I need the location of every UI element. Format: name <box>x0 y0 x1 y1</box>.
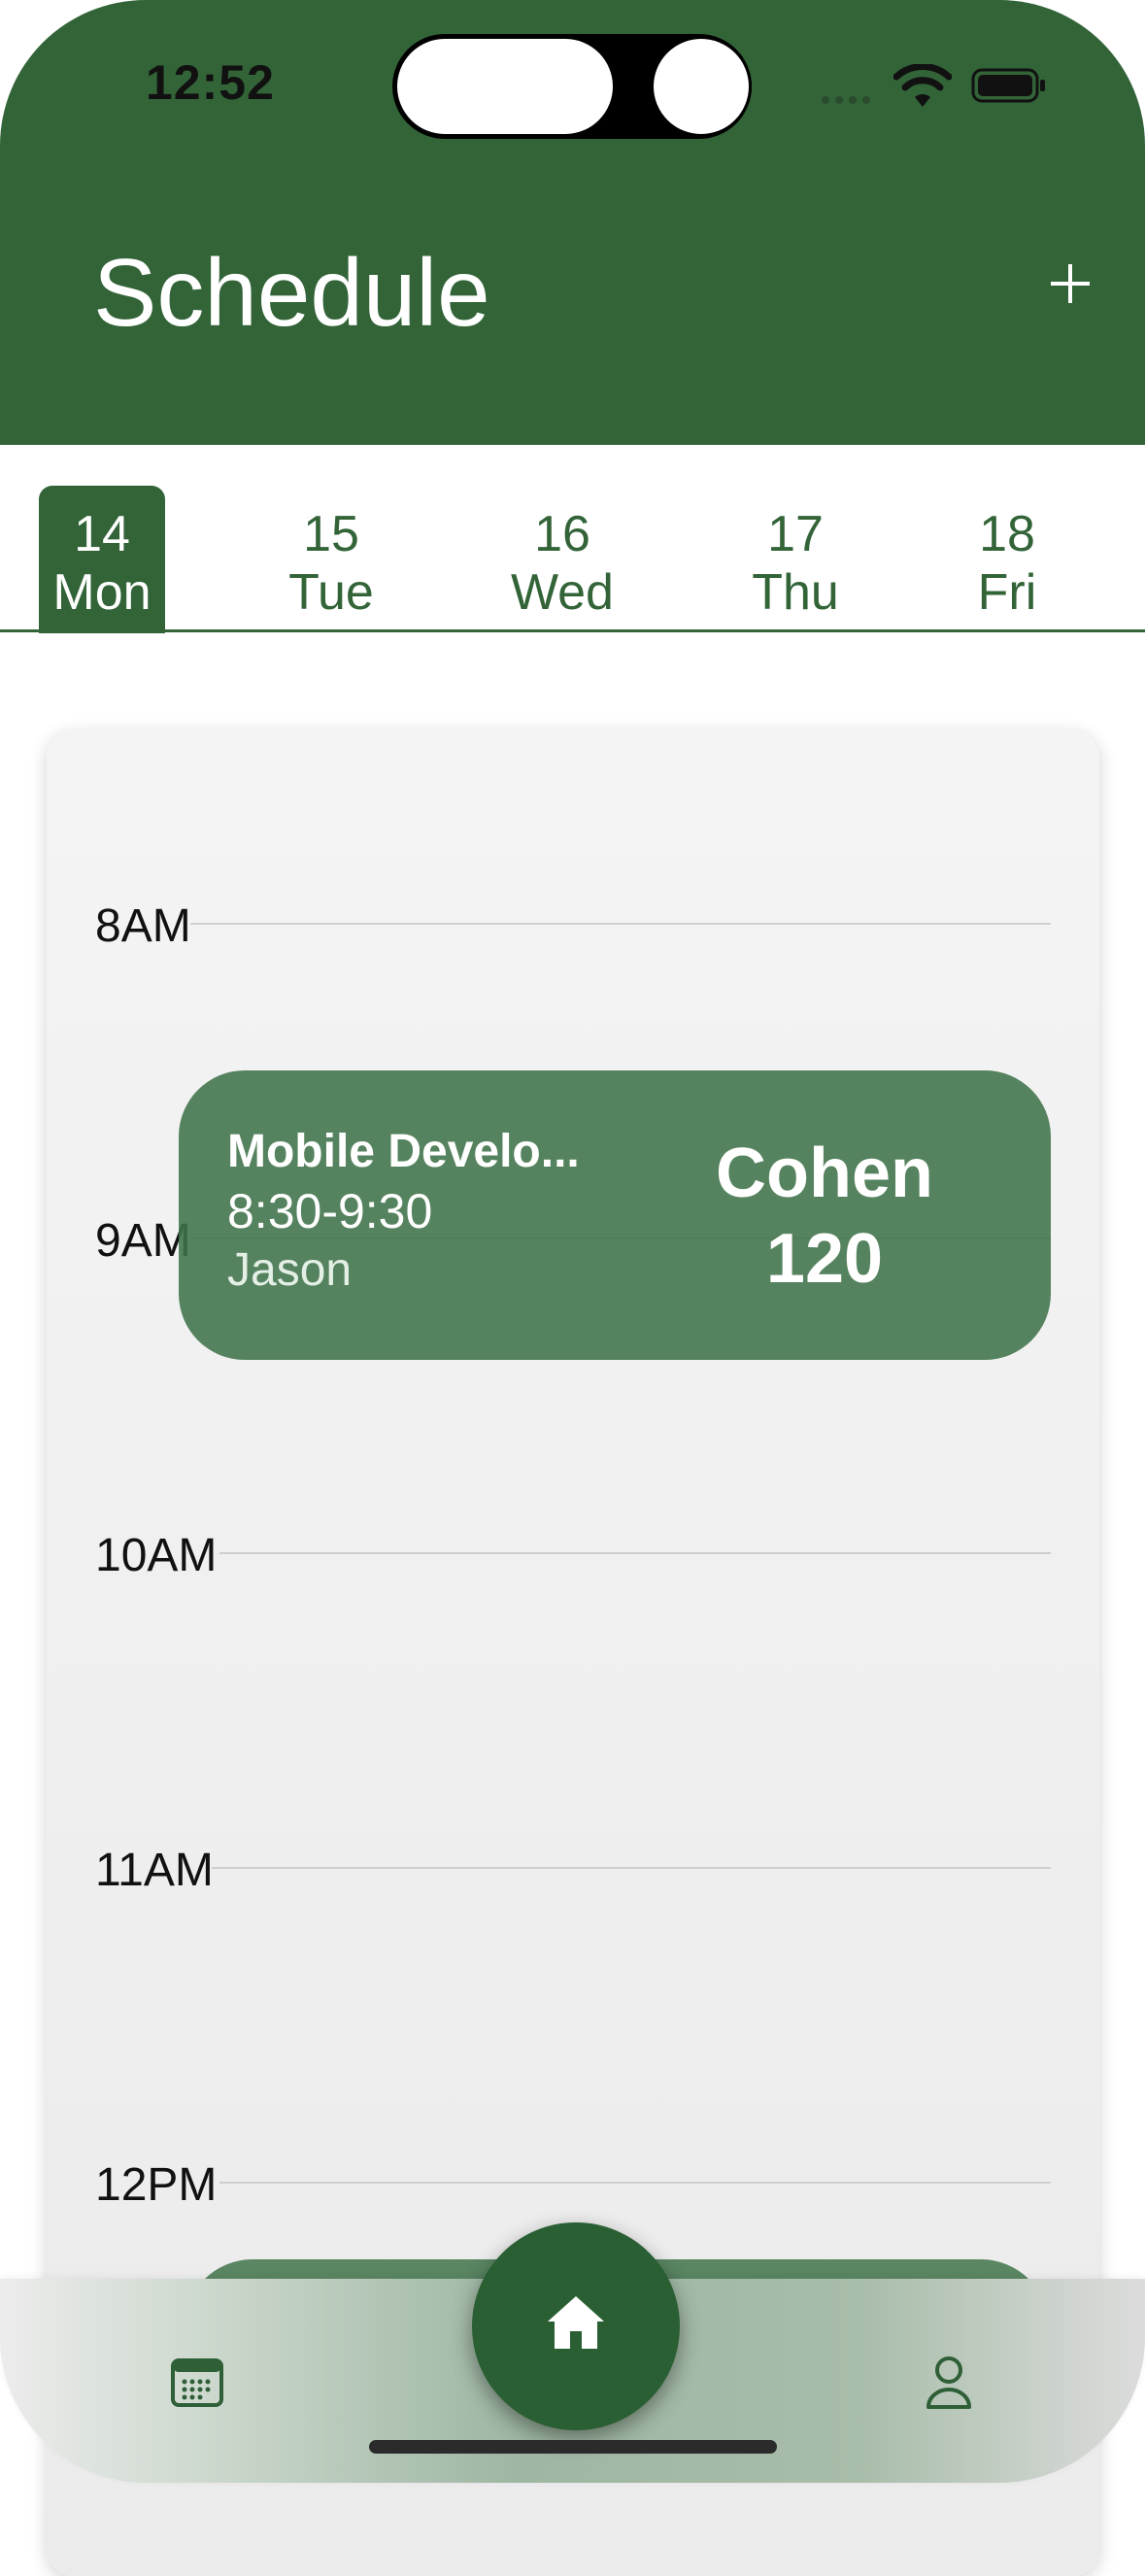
day-number: 18 <box>979 506 1035 562</box>
event-room: Cohen 120 <box>655 1131 994 1302</box>
day-weekday: Fri <box>977 564 1037 621</box>
day-number: 16 <box>534 506 590 562</box>
event-room-number: 120 <box>765 1220 884 1298</box>
dynamic-island-left <box>394 36 616 137</box>
event-title: Mobile Develo... <box>227 1126 580 1177</box>
day-tab-fri[interactable]: 18 Fri <box>944 486 1070 633</box>
event-card-mobile-development[interactable]: Mobile Develo... 8:30-9:30 Jason Cohen 1… <box>179 1070 1051 1360</box>
calendar-icon[interactable] <box>171 2356 223 2407</box>
battery-icon <box>971 68 1045 103</box>
home-icon <box>548 2296 604 2349</box>
page-title: Schedule <box>93 239 490 346</box>
hour-label-12pm: 12PM <box>95 2159 218 2211</box>
wifi-icon <box>893 64 952 107</box>
day-weekday: Wed <box>511 564 614 621</box>
event-room-building: Cohen <box>716 1135 933 1212</box>
home-indicator <box>369 2440 777 2454</box>
hour-label-8am: 8AM <box>95 900 191 952</box>
dynamic-island-right <box>651 36 752 137</box>
day-tab-thu[interactable]: 17 Thu <box>732 486 859 633</box>
day-number: 17 <box>767 506 824 562</box>
status-bar-time: 12:52 <box>146 55 275 110</box>
hour-label-11am: 11AM <box>95 1845 214 1896</box>
hour-line-11am <box>212 1867 1051 1869</box>
day-tab-tue[interactable]: 15 Tue <box>268 486 394 633</box>
day-weekday: Mon <box>52 564 152 621</box>
hour-line-8am <box>190 923 1051 925</box>
event-time: 8:30-9:30 <box>227 1184 433 1238</box>
profile-icon[interactable] <box>925 2355 973 2409</box>
day-weekday: Thu <box>752 564 839 621</box>
hour-label-10am: 10AM <box>95 1530 218 1581</box>
day-tab-mon[interactable]: 14 Mon <box>39 486 165 633</box>
day-weekday: Tue <box>288 564 374 621</box>
day-number: 14 <box>74 506 130 562</box>
add-icon[interactable] <box>1047 260 1094 307</box>
home-button[interactable] <box>472 2222 680 2430</box>
day-number: 15 <box>303 506 359 562</box>
hour-label-9am: 9AM <box>95 1215 191 1267</box>
hour-line-10am <box>219 1552 1051 1554</box>
day-tab-wed[interactable]: 16 Wed <box>499 486 625 633</box>
cellular-signal-icon <box>822 91 876 109</box>
hour-line-12pm <box>219 2182 1051 2184</box>
event-teacher: Jason <box>227 1244 353 1296</box>
